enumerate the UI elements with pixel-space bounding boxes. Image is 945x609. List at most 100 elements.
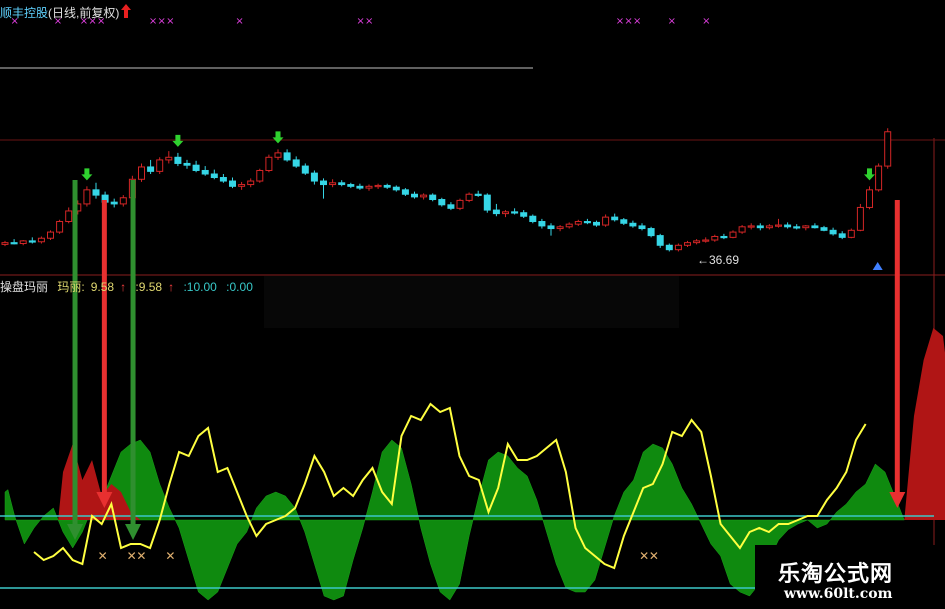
candle-body <box>866 189 873 208</box>
candle-body <box>238 184 246 187</box>
top-marker: × <box>633 16 641 27</box>
candle-body <box>711 235 719 241</box>
candle-body <box>56 221 64 233</box>
candle-body <box>811 225 819 229</box>
candle-body <box>92 189 100 196</box>
candle-body <box>765 225 773 229</box>
candle-body <box>656 235 664 246</box>
candle-body <box>756 225 764 229</box>
candle-body <box>574 221 582 225</box>
candle-body <box>511 211 519 214</box>
candle-body <box>684 242 691 246</box>
candle-body <box>192 164 200 171</box>
candle-body <box>629 222 637 227</box>
candle-body <box>492 209 500 215</box>
candle-body <box>856 206 864 231</box>
candle-body <box>747 225 755 228</box>
candle-body <box>401 189 409 195</box>
candle-body <box>10 242 18 245</box>
stock-chart[interactable]: × × × × × × × × × × × × × × × ×✕ ✕ ✕ ✕ ✕ ✕ <box>0 0 945 609</box>
candle-body <box>847 229 855 238</box>
candle-body <box>556 226 564 230</box>
candle-body <box>702 239 710 242</box>
bottom-marker: ✕ <box>165 549 175 563</box>
candle-body <box>37 237 45 243</box>
up-arrow-icon: ↑ <box>120 280 127 294</box>
main-panel-title: 顺丰控股(日线,前复权) <box>0 4 119 21</box>
bottom-marker: ✕ <box>136 549 146 563</box>
candle-body <box>693 240 701 244</box>
candle-body <box>820 227 828 231</box>
candle-body <box>456 199 464 209</box>
candle-body <box>229 180 236 187</box>
indicator-name: 操盘玛丽 <box>0 280 49 294</box>
bottom-marker: ✕ <box>127 549 137 563</box>
top-marker: × <box>702 16 710 27</box>
candle-body <box>47 231 54 239</box>
candle-body <box>292 159 300 167</box>
candle-body <box>338 182 346 186</box>
candle-body <box>447 204 455 209</box>
candle-body <box>83 189 91 205</box>
bottom-marker: ✕ <box>649 549 659 563</box>
candle-body <box>374 184 382 188</box>
bottom-marker: ✕ <box>639 549 649 563</box>
candle-body <box>674 244 682 251</box>
candle-body <box>356 185 364 189</box>
candle-body <box>611 216 619 221</box>
candle-body <box>529 215 537 223</box>
candle-body <box>565 223 573 228</box>
candle-body <box>583 221 591 224</box>
indicator-value1: 9.58 <box>90 280 115 294</box>
stock-name: 顺丰控股 <box>0 6 49 20</box>
watermark-site-name: 乐淘公式网 <box>778 562 894 587</box>
candle-body <box>483 194 491 211</box>
candle-body <box>247 180 255 186</box>
candle-body <box>420 194 428 198</box>
candle-body <box>19 240 27 245</box>
candle-body <box>547 225 555 230</box>
occluder-middle <box>264 276 679 328</box>
candle-body <box>538 221 546 227</box>
candle-body <box>729 231 737 238</box>
candle-body <box>174 156 182 164</box>
indicator-title: 操盘玛丽 玛丽: 9.58 ↑ :9.58 ↑ :10.00 :0.00 <box>0 278 259 295</box>
candle-body <box>829 229 837 235</box>
candle-body <box>310 172 318 182</box>
top-marker: × <box>624 16 632 27</box>
candle-body <box>210 173 218 179</box>
indicator-value2: :9.58 <box>135 280 163 294</box>
candle-body <box>647 228 655 237</box>
candle-body <box>738 226 746 233</box>
candle-body <box>620 219 628 224</box>
up-arrow-icon-2: ↑ <box>168 280 175 294</box>
candle-body <box>165 156 173 161</box>
top-marker: × <box>356 16 364 27</box>
candle-body <box>183 162 191 166</box>
candle-body <box>365 185 373 189</box>
low-price-value: 36.69 <box>709 253 740 267</box>
red-up-arrow-icon <box>121 4 131 18</box>
candle-body <box>793 226 801 229</box>
candle-body <box>347 184 355 187</box>
top-marker: × <box>365 16 373 27</box>
candle-body <box>274 152 282 158</box>
candle-body <box>110 201 118 205</box>
candle-body <box>265 156 273 171</box>
top-marker: × <box>166 16 174 27</box>
low-price-annotation: ←36.69 <box>697 253 739 267</box>
candle-body <box>392 186 400 191</box>
watermark-url: www.60lt.com <box>784 586 893 602</box>
top-marker: × <box>668 16 676 27</box>
period-label: (日线,前复权) <box>48 6 120 20</box>
top-marker: × <box>235 16 243 27</box>
bottom-marker: ✕ <box>98 549 108 563</box>
candle-body <box>884 131 892 167</box>
occluder-top-right <box>534 0 945 138</box>
candle-body <box>784 224 792 228</box>
candle-body <box>138 166 145 180</box>
candle-body <box>775 224 782 227</box>
candle-body <box>219 177 227 182</box>
candle-body <box>429 194 437 201</box>
candle-body <box>147 166 155 172</box>
